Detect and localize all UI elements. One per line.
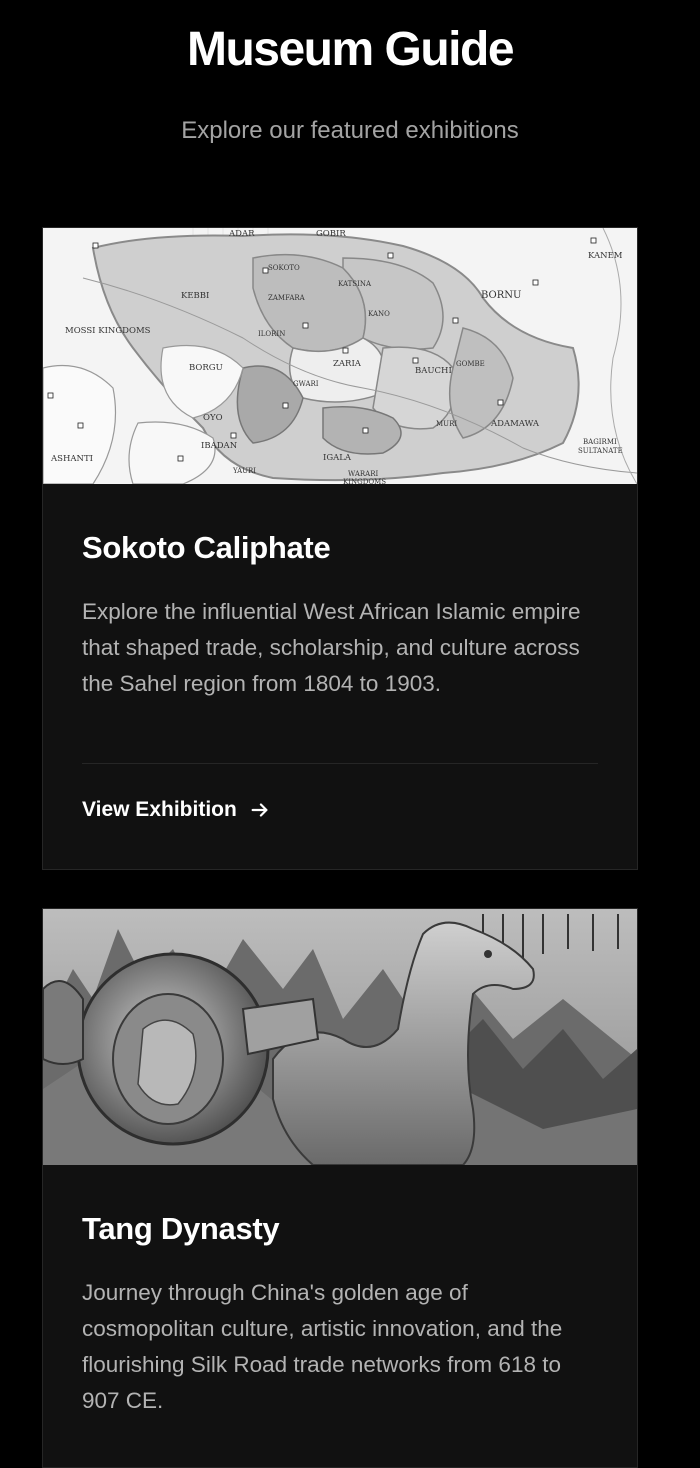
svg-text:KATSINA: KATSINA	[338, 280, 372, 288]
svg-text:BORNU: BORNU	[481, 290, 521, 301]
svg-text:YAURI: YAURI	[232, 467, 256, 475]
svg-text:BAUCHI: BAUCHI	[415, 366, 452, 376]
svg-text:IGALA: IGALA	[323, 453, 352, 463]
svg-text:ZAMFARA: ZAMFARA	[268, 294, 306, 302]
exhibition-description: Journey through China's golden age of co…	[82, 1280, 563, 1413]
svg-text:GOBIR: GOBIR	[316, 229, 346, 239]
svg-text:OYO: OYO	[203, 413, 223, 423]
svg-text:ADAR: ADAR	[228, 229, 255, 239]
exhibition-description: Explore the influential West African Isl…	[82, 599, 581, 696]
svg-text:SULTANATE: SULTANATE	[578, 447, 623, 455]
svg-text:KANO: KANO	[368, 310, 390, 318]
exhibition-card-tang[interactable]: Tang Dynasty Journey through China's gol…	[42, 908, 638, 1468]
exhibition-image-camel	[43, 909, 637, 1165]
svg-text:BAGIRMI: BAGIRMI	[583, 438, 617, 446]
page-subtitle: Explore our featured exhibitions	[181, 117, 519, 144]
svg-text:GOMBE: GOMBE	[456, 360, 485, 368]
page-title: Museum Guide	[186, 23, 515, 76]
svg-text:ADAMAWA: ADAMAWA	[490, 419, 540, 429]
svg-text:MURI: MURI	[436, 420, 457, 428]
card-divider	[82, 763, 598, 764]
exhibition-image-map: ADAR GOBIR KANEM KEBBI BORNU MOSSI KINGD…	[43, 228, 637, 484]
view-exhibition-link[interactable]: View Exhibition	[82, 796, 271, 824]
exhibition-title: Tang Dynasty	[82, 1211, 280, 1246]
svg-text:ILORIN: ILORIN	[258, 330, 285, 338]
svg-text:BORGU: BORGU	[189, 363, 223, 373]
svg-text:SOKOTO: SOKOTO	[268, 264, 300, 272]
exhibition-card-sokoto[interactable]: ADAR GOBIR KANEM KEBBI BORNU MOSSI KINGD…	[42, 227, 638, 870]
svg-text:GWARI: GWARI	[293, 380, 319, 388]
svg-text:WARARI: WARARI	[348, 470, 378, 478]
view-exhibition-label: View Exhibition	[82, 798, 237, 821]
svg-text:MOSSI KINGDOMS: MOSSI KINGDOMS	[65, 326, 151, 336]
svg-text:KANEM: KANEM	[588, 251, 623, 261]
exhibition-title: Sokoto Caliphate	[82, 530, 331, 565]
svg-text:IBADAN: IBADAN	[201, 441, 238, 451]
svg-text:ASHANTI: ASHANTI	[50, 454, 93, 464]
arrow-right-icon	[251, 803, 268, 817]
svg-text:KINGDOMS: KINGDOMS	[343, 478, 386, 484]
svg-text:KEBBI: KEBBI	[181, 291, 209, 301]
svg-text:ZARIA: ZARIA	[333, 359, 362, 369]
